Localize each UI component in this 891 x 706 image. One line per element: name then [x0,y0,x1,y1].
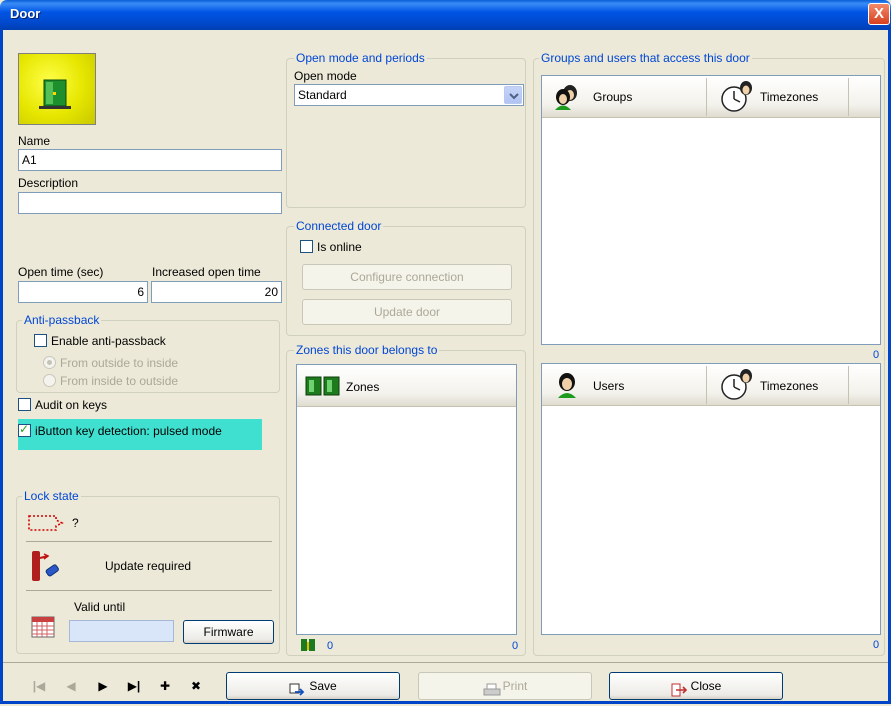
configure-connection-button[interactable]: Configure connection [302,264,512,290]
inside-to-outside-label: From inside to outside [60,374,179,388]
outside-to-inside-label: From outside to inside [60,356,179,370]
calendar-icon [31,616,55,638]
name-field[interactable]: A1 [18,149,282,171]
users-timezones-header-label: Timezones [760,379,819,393]
next-record-icon[interactable]: ▶ [94,677,112,695]
valid-until-label: Valid until [74,600,126,614]
anti-passback-legend: Anti-passback [22,313,102,327]
increased-open-time-field[interactable]: 20 [151,281,282,303]
enable-anti-passback-label: Enable anti-passback [51,334,166,348]
description-field[interactable] [18,192,282,214]
save-button[interactable]: Save [226,672,400,700]
name-label: Name [18,134,51,148]
printer-icon [483,680,501,696]
window-title: Door [10,6,41,21]
lock-icon [28,548,64,584]
zones-footer-count: 0 [327,640,334,652]
last-record-icon[interactable]: ▶| [125,677,143,695]
lock-state-symbol: ? [72,516,79,530]
exit-icon [671,680,687,697]
print-label: Print [502,679,528,693]
is-online-checkbox[interactable] [300,240,313,253]
door-icon [18,53,96,125]
users-header-label: Users [593,379,625,393]
open-mode-select[interactable]: Standard [294,84,524,106]
previous-record-icon[interactable]: ◀ [62,677,80,695]
groups-timezones-header-label: Timezones [760,90,819,104]
title-bar [0,0,891,30]
close-button[interactable]: Close [609,672,783,700]
close-label: Close [690,679,722,693]
toolbar-divider [3,662,888,663]
zones-count: 0 [512,640,519,652]
zones-header-label: Zones [346,380,380,394]
is-online-label: Is online [317,240,362,254]
users-count: 0 [873,639,880,651]
connected-door-legend: Connected door [294,219,384,233]
delete-record-icon[interactable]: ✖ [187,677,205,695]
zones-icon [305,376,341,396]
groups-header-label: Groups [593,90,633,104]
open-mode-label: Open mode [294,69,357,83]
update-required-text: Update required [105,559,192,573]
first-record-icon[interactable]: |◀ [30,677,48,695]
divider [26,541,272,542]
valid-until-field[interactable] [69,620,174,642]
groups-header-separator [706,78,707,116]
open-time-field[interactable]: 6 [18,281,148,303]
open-time-label: Open time (sec) [18,265,104,279]
description-label: Description [18,176,79,190]
save-label: Save [309,679,337,693]
groups-icon [553,83,583,111]
update-door-button[interactable]: Update door [302,299,512,325]
firmware-button[interactable]: Firmware [183,620,274,644]
open-mode-legend: Open mode and periods [294,51,427,65]
enable-anti-passback-checkbox[interactable] [34,334,47,347]
lock-state-unknown-icon [28,514,64,531]
groups-count: 0 [873,349,880,361]
groups-header-separator [848,78,849,116]
clock-icon [720,80,756,114]
users-icon [555,371,581,399]
print-button[interactable]: Print [418,672,592,700]
lock-state-legend: Lock state [22,489,81,503]
users-header-separator [848,366,849,404]
inside-to-outside-radio[interactable] [43,374,56,387]
users-header-separator [706,366,707,404]
add-record-icon[interactable]: ✚ [156,677,174,695]
window-close-button[interactable]: X [868,3,890,25]
audit-on-keys-checkbox[interactable] [18,398,31,411]
outside-to-inside-radio[interactable] [43,356,56,369]
chevron-down-icon[interactable] [504,86,522,104]
divider [26,590,272,591]
ibutton-pulsed-checkbox[interactable] [18,422,31,437]
increased-open-time-label: Increased open time [152,265,261,279]
clock-icon [720,368,756,402]
zones-legend: Zones this door belongs to [294,343,440,357]
open-mode-value: Standard [298,88,347,102]
audit-on-keys-label: Audit on keys [35,398,108,412]
save-icon [289,680,305,696]
access-legend: Groups and users that access this door [539,51,752,65]
ibutton-pulsed-label: iButton key detection: pulsed mode [35,424,222,438]
zones-footer-icon [300,638,316,652]
